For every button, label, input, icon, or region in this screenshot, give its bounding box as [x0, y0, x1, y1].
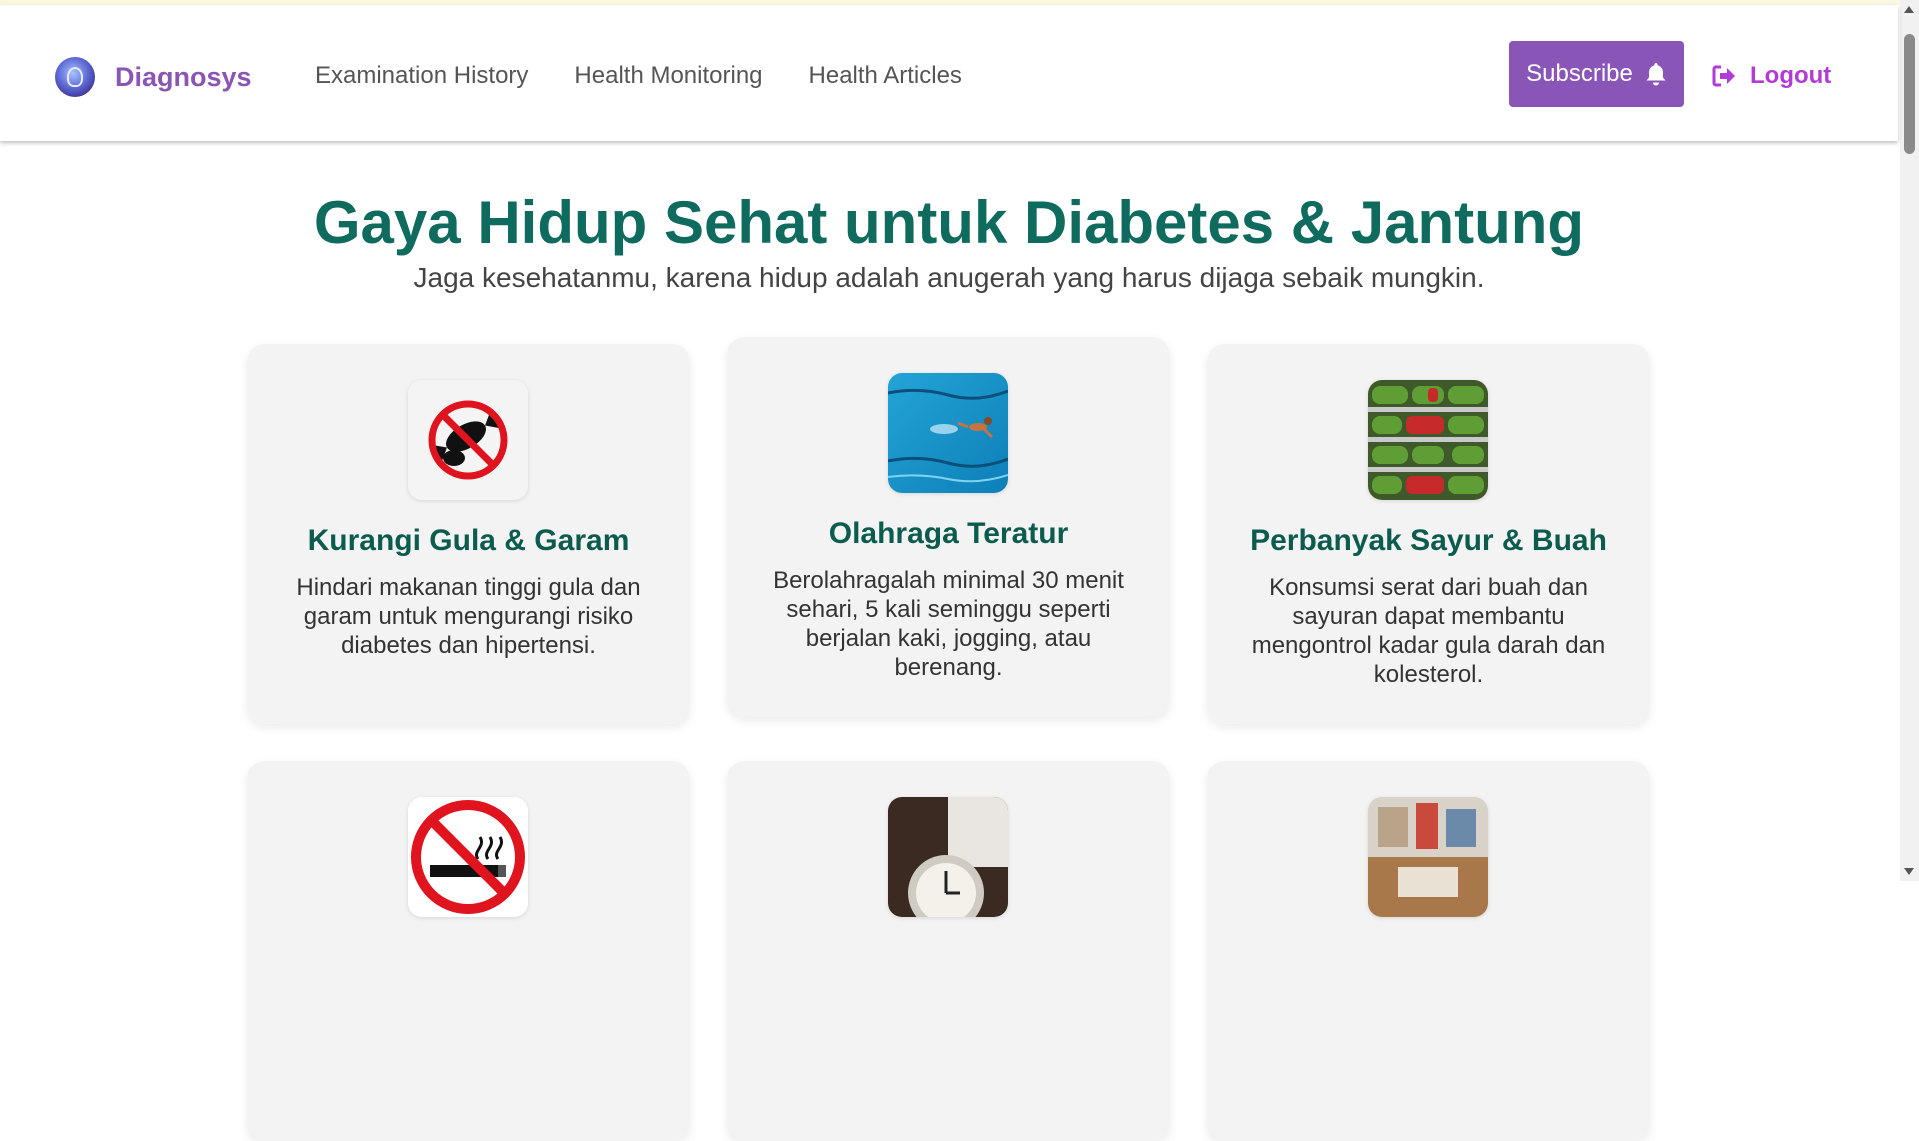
vertical-scrollbar[interactable] — [1900, 0, 1919, 881]
logout-link[interactable]: Logout — [1712, 62, 1831, 90]
nav-link-health-articles[interactable]: Health Articles — [809, 62, 962, 90]
logout-label: Logout — [1750, 62, 1832, 89]
nav-link-examination-history[interactable]: Examination History — [315, 62, 528, 90]
brand[interactable]: Diagnosys — [55, 57, 252, 97]
vegetables-photo — [1368, 380, 1488, 500]
desk-photo — [1368, 797, 1488, 917]
logout-icon — [1712, 65, 1735, 87]
no-candy-icon — [408, 380, 528, 500]
brand-name: Diagnosys — [115, 61, 252, 92]
brand-logo-icon — [55, 57, 95, 97]
tip-card-manage-stress — [1207, 761, 1650, 1141]
navbar: Diagnosys Examination History Health Mon… — [0, 5, 1898, 141]
alarm-clock-photo — [888, 797, 1008, 917]
tip-card-regular-exercise: Olahraga Teratur Berolahragalah minimal … — [727, 337, 1170, 717]
card-text: Konsumsi serat dari buah dan sayuran dap… — [1251, 574, 1606, 688]
tip-card-reduce-sugar-salt: Kurangi Gula & Garam Hindari makanan tin… — [247, 344, 690, 724]
tip-card-enough-sleep — [727, 761, 1170, 1141]
scroll-up-arrow-icon[interactable] — [1904, 6, 1914, 13]
card-title: Kurangi Gula & Garam — [307, 524, 630, 557]
page-subtitle: Jaga kesehatanmu, karena hidup adalah an… — [413, 262, 1485, 293]
card-text: Berolahragalah minimal 30 menit sehari, … — [773, 567, 1124, 681]
nav-link-health-monitoring[interactable]: Health Monitoring — [574, 62, 762, 90]
scroll-down-arrow-icon[interactable] — [1904, 868, 1914, 875]
card-title: Olahraga Teratur — [828, 517, 1069, 550]
bell-icon — [1646, 63, 1666, 86]
tip-card-more-vegetables-fruit: Perbanyak Sayur & Buah Konsumsi serat da… — [1207, 344, 1650, 724]
tip-card-no-smoking — [247, 761, 690, 1141]
scrollbar-thumb[interactable] — [1904, 34, 1915, 154]
card-title: Perbanyak Sayur & Buah — [1250, 524, 1607, 557]
nav-links: Examination History Health Monitoring He… — [315, 62, 962, 90]
no-smoking-icon — [408, 797, 528, 917]
card-text: Hindari makanan tinggi gula dan garam un… — [296, 574, 641, 659]
subscribe-button[interactable]: Subscribe — [1509, 41, 1684, 107]
swimming-photo — [888, 373, 1008, 493]
page-title: Gaya Hidup Sehat untuk Diabetes & Jantun… — [313, 189, 1585, 256]
subscribe-label: Subscribe — [1526, 60, 1633, 87]
